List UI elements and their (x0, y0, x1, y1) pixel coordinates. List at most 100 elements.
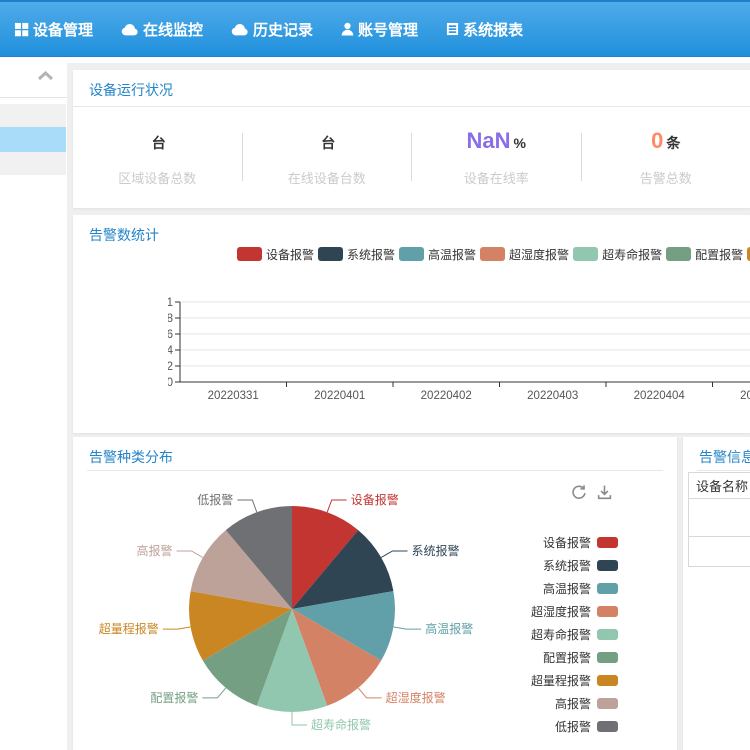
nav-item-设备管理[interactable]: 设备管理 (0, 2, 107, 56)
stat-unit: 台 (152, 135, 166, 151)
pie-legend-item-低报警[interactable]: 低报警 (493, 715, 618, 738)
x-axis-label: 20220402 (421, 390, 472, 402)
legend-swatch (597, 629, 618, 640)
legend-swatch (597, 675, 618, 686)
legend-swatch (597, 537, 618, 548)
sidebar (0, 57, 67, 750)
pie-legend-item-超量程报警[interactable]: 超量程报警 (493, 669, 618, 692)
pie-label-配置报警: 配置报警 (150, 690, 198, 705)
pie-label-超量程报警: 超量程报警 (99, 621, 159, 636)
legend-item-超湿度报警[interactable]: 超湿度报警 (480, 246, 569, 263)
table-cell (689, 499, 750, 537)
user-icon (341, 22, 354, 36)
x-axis-label: 20220331 (208, 390, 259, 402)
cloud-icon (121, 23, 139, 36)
x-axis-label: 20220403 (527, 390, 578, 402)
stat-value: NaN (467, 128, 511, 153)
panel-title-divider (697, 470, 750, 471)
alarm-pie-panel: 告警种类分布 设备报警系统报警高温报警超湿度报警超寿命报警配置报警超量程报警高报… (73, 437, 677, 750)
nav-bottom-strip (0, 57, 750, 63)
grid-icon (14, 22, 29, 37)
pie-legend-item-超湿度报警[interactable]: 超湿度报警 (493, 600, 618, 623)
legend-item-高温报警[interactable]: 高温报警 (399, 246, 476, 263)
stat-设备在线率: NaN% 设备在线率 (412, 128, 581, 187)
x-axis-label: 20220404 (634, 390, 686, 402)
legend-item-系统报警[interactable]: 系统报警 (318, 246, 395, 263)
legend-swatch (597, 606, 618, 617)
svg-text:0.4: 0.4 (168, 345, 174, 357)
pie-label-高温报警: 高温报警 (425, 621, 473, 636)
svg-text:0.2: 0.2 (168, 361, 173, 373)
stat-value: 0 (651, 128, 663, 153)
legend-swatch (318, 247, 343, 261)
sidebar-item-selected[interactable] (0, 127, 66, 152)
panel-title: 告警信息查询 (683, 437, 750, 465)
legend-item-配置报警[interactable]: 配置报警 (666, 246, 743, 263)
pie-legend-item-配置报警[interactable]: 配置报警 (493, 646, 618, 669)
stat-unit: 台 (321, 135, 335, 151)
nav-item-在线监控[interactable]: 在线监控 (107, 2, 217, 56)
pie-legend-item-高报警[interactable]: 高报警 (493, 692, 618, 715)
alarm-count-panel: 告警数统计 设备报警系统报警高温报警超湿度报警超寿命报警配置报警超量程报警 00… (73, 215, 750, 433)
panel-title: 告警种类分布 (73, 437, 677, 465)
pie-label-超寿命报警: 超寿命报警 (311, 717, 371, 732)
legend-item-超寿命报警[interactable]: 超寿命报警 (573, 246, 662, 263)
pie-legend-item-高温报警[interactable]: 高温报警 (493, 577, 618, 600)
nav-item-账号管理[interactable]: 账号管理 (327, 2, 432, 56)
legend-swatch (237, 247, 262, 261)
line-chart-legend: 设备报警系统报警高温报警超湿度报警超寿命报警配置报警超量程报警 (237, 245, 750, 263)
legend-swatch (666, 247, 691, 261)
table-row (689, 537, 750, 567)
x-axis-label: 20220401 (314, 390, 365, 402)
legend-swatch (597, 560, 618, 571)
legend-item-设备报警[interactable]: 设备报警 (237, 246, 314, 263)
panel-title: 设备运行状况 (73, 70, 750, 98)
pie-legend-item-设备报警[interactable]: 设备报警 (493, 531, 618, 554)
sidebar-item[interactable] (0, 152, 66, 175)
pie-label-系统报警: 系统报警 (412, 543, 460, 558)
panel-title: 告警数统计 (73, 215, 750, 243)
alarm-info-panel: 告警信息查询 设备名称 (683, 437, 750, 750)
svg-text:0.6: 0.6 (168, 329, 173, 341)
legend-swatch (480, 247, 505, 261)
report-icon (446, 22, 459, 36)
legend-swatch (597, 698, 618, 709)
pie-legend-item-超寿命报警[interactable]: 超寿命报警 (493, 623, 618, 646)
device-status-panel: 设备运行状况 台区域设备总数台在线设备台数NaN%设备在线率0条告警总数 (73, 70, 750, 208)
stat-label: 区域设备总数 (73, 168, 242, 187)
top-nav: 设备管理在线监控历史记录账号管理系统报表 (0, 0, 750, 57)
pie-label-高报警: 高报警 (136, 543, 172, 558)
sidebar-item[interactable] (0, 104, 66, 127)
stat-label: 设备在线率 (412, 168, 581, 187)
stat-在线设备台数: 台在线设备台数 (243, 128, 412, 187)
stats-row: 台区域设备总数台在线设备台数NaN%设备在线率0条告警总数 (73, 107, 750, 207)
alarm-count-line-chart: 0 0.2 0.4 0.6 0.8 1 20220331 20220401 20220402 20… (168, 293, 750, 418)
chevron-up-icon[interactable] (37, 68, 54, 86)
table-row (689, 499, 750, 537)
pie-legend-item-系统报警[interactable]: 系统报警 (493, 554, 618, 577)
stat-unit: % (514, 135, 526, 151)
nav-item-系统报表[interactable]: 系统报表 (432, 2, 537, 56)
legend-swatch (573, 247, 598, 261)
alarm-info-table: 设备名称 (688, 472, 750, 567)
stat-unit: 条 (666, 135, 680, 151)
pie-legend: 设备报警系统报警高温报警超湿度报警超寿命报警配置报警超量程报警高报警低报警 (493, 531, 618, 738)
table-cell (689, 537, 750, 567)
stat-label: 告警总数 (582, 168, 750, 187)
pie-label-设备报警: 设备报警 (351, 492, 399, 507)
pie-label-超湿度报警: 超湿度报警 (386, 690, 446, 705)
x-axis-label: 20220405 (740, 390, 750, 402)
legend-swatch (399, 247, 424, 261)
table-header-设备名称: 设备名称 (689, 473, 750, 499)
legend-swatch (597, 583, 618, 594)
sidebar-divider (0, 97, 67, 98)
svg-text:0: 0 (168, 377, 173, 389)
nav-item-历史记录[interactable]: 历史记录 (217, 2, 327, 56)
stat-label: 在线设备台数 (243, 168, 412, 187)
panel-title-divider (87, 470, 663, 471)
svg-text:1: 1 (168, 297, 173, 309)
legend-swatch (597, 652, 618, 663)
svg-text:0.8: 0.8 (168, 313, 173, 325)
stat-告警总数: 0条告警总数 (582, 128, 750, 187)
pie-label-低报警: 低报警 (197, 492, 233, 507)
